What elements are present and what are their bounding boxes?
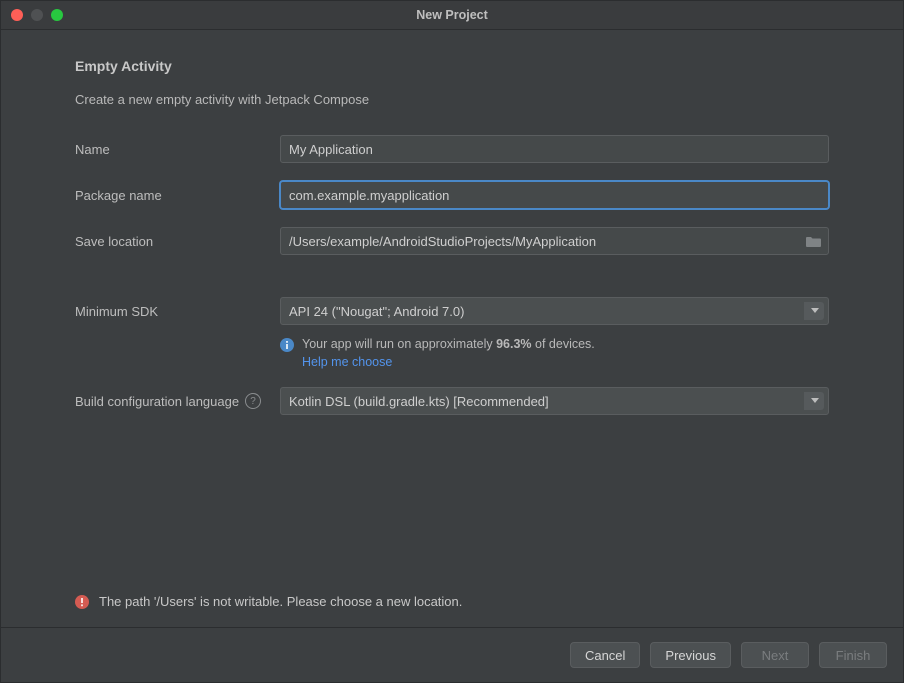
cancel-button[interactable]: Cancel [570,642,640,668]
min-sdk-value: API 24 ("Nougat"; Android 7.0) [289,304,464,319]
previous-button[interactable]: Previous [650,642,731,668]
label-name: Name [75,142,280,157]
label-package: Package name [75,188,280,203]
build-lang-value: Kotlin DSL (build.gradle.kts) [Recommend… [289,394,549,409]
package-input[interactable] [280,181,829,209]
finish-button: Finish [819,642,887,668]
error-text: The path '/Users' is not writable. Pleas… [99,594,462,609]
dialog-body: Empty Activity Create a new empty activi… [1,30,903,627]
name-input[interactable] [280,135,829,163]
row-package: Package name [75,181,829,209]
window-controls [1,9,63,21]
help-me-choose-link[interactable]: Help me choose [302,355,595,369]
save-location-input[interactable] [280,227,829,255]
dialog-footer: Cancel Previous Next Finish [1,627,903,682]
new-project-window: New Project Empty Activity Create a new … [0,0,904,683]
info-icon [280,338,294,352]
page-heading: Empty Activity [75,58,829,74]
next-button: Next [741,642,809,668]
titlebar: New Project [1,1,903,30]
error-icon [75,595,89,609]
page-subheading: Create a new empty activity with Jetpack… [75,92,829,107]
close-window-button[interactable] [11,9,23,21]
label-save-location: Save location [75,234,280,249]
min-sdk-select[interactable]: API 24 ("Nougat"; Android 7.0) [280,297,829,325]
label-build-lang: Build configuration language ? [75,393,280,409]
chevron-down-icon [811,398,819,404]
min-sdk-hint-text: Your app will run on approximately 96.3%… [302,337,595,351]
row-save-location: Save location [75,227,829,255]
build-lang-select[interactable]: Kotlin DSL (build.gradle.kts) [Recommend… [280,387,829,415]
row-build-lang: Build configuration language ? Kotlin DS… [75,387,829,415]
error-message: The path '/Users' is not writable. Pleas… [75,594,829,621]
zoom-window-button[interactable] [51,9,63,21]
label-min-sdk: Minimum SDK [75,304,280,319]
min-sdk-hint: Your app will run on approximately 96.3%… [280,337,829,369]
chevron-down-icon [811,308,819,314]
minimize-window-button[interactable] [31,9,43,21]
help-icon[interactable]: ? [245,393,261,409]
row-min-sdk: Minimum SDK API 24 ("Nougat"; Android 7.… [75,297,829,325]
window-title: New Project [1,8,903,22]
row-name: Name [75,135,829,163]
